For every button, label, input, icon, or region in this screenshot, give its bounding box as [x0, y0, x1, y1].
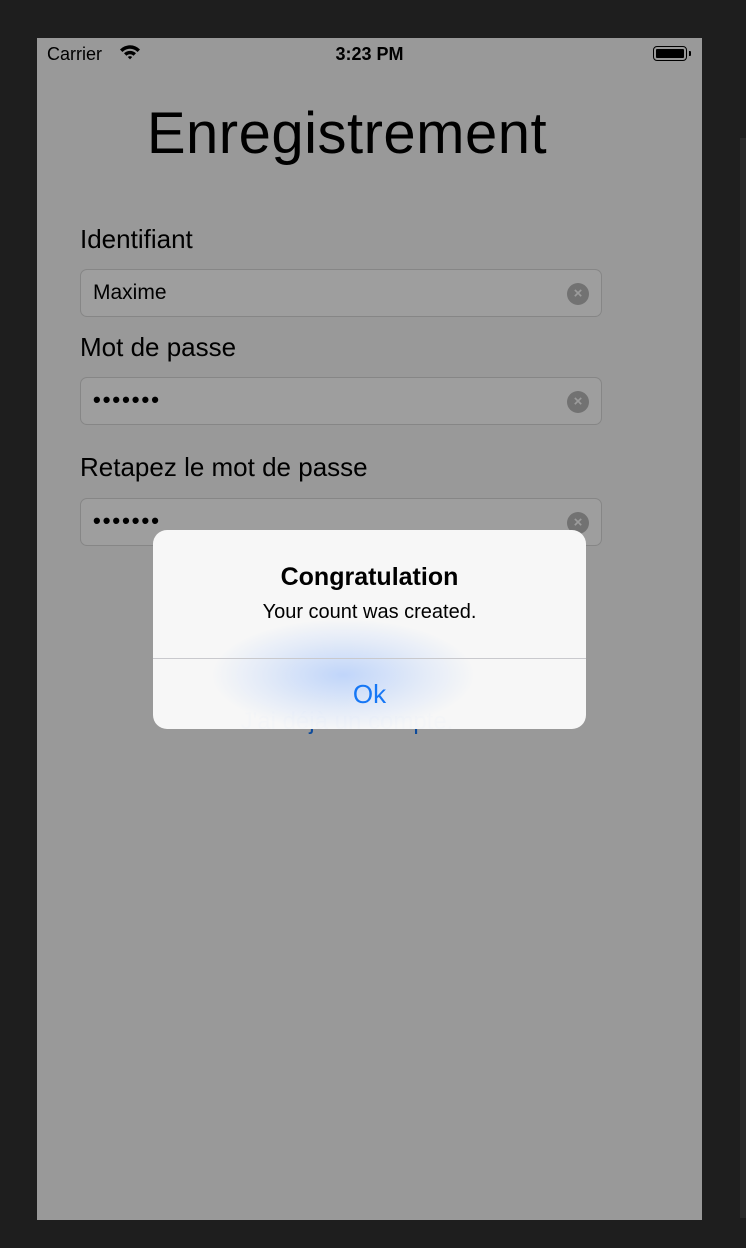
alert-title: Congratulation	[280, 563, 459, 591]
alert-message: Your count was created.	[262, 601, 477, 623]
alert-dialog: Congratulation Your count was created. O…	[153, 530, 586, 729]
ok-button[interactable]: Ok	[153, 659, 586, 729]
phone-screen: Carrier 3:23 PM Enregistrement Identifia…	[37, 38, 702, 1220]
window-edge	[740, 138, 746, 1218]
